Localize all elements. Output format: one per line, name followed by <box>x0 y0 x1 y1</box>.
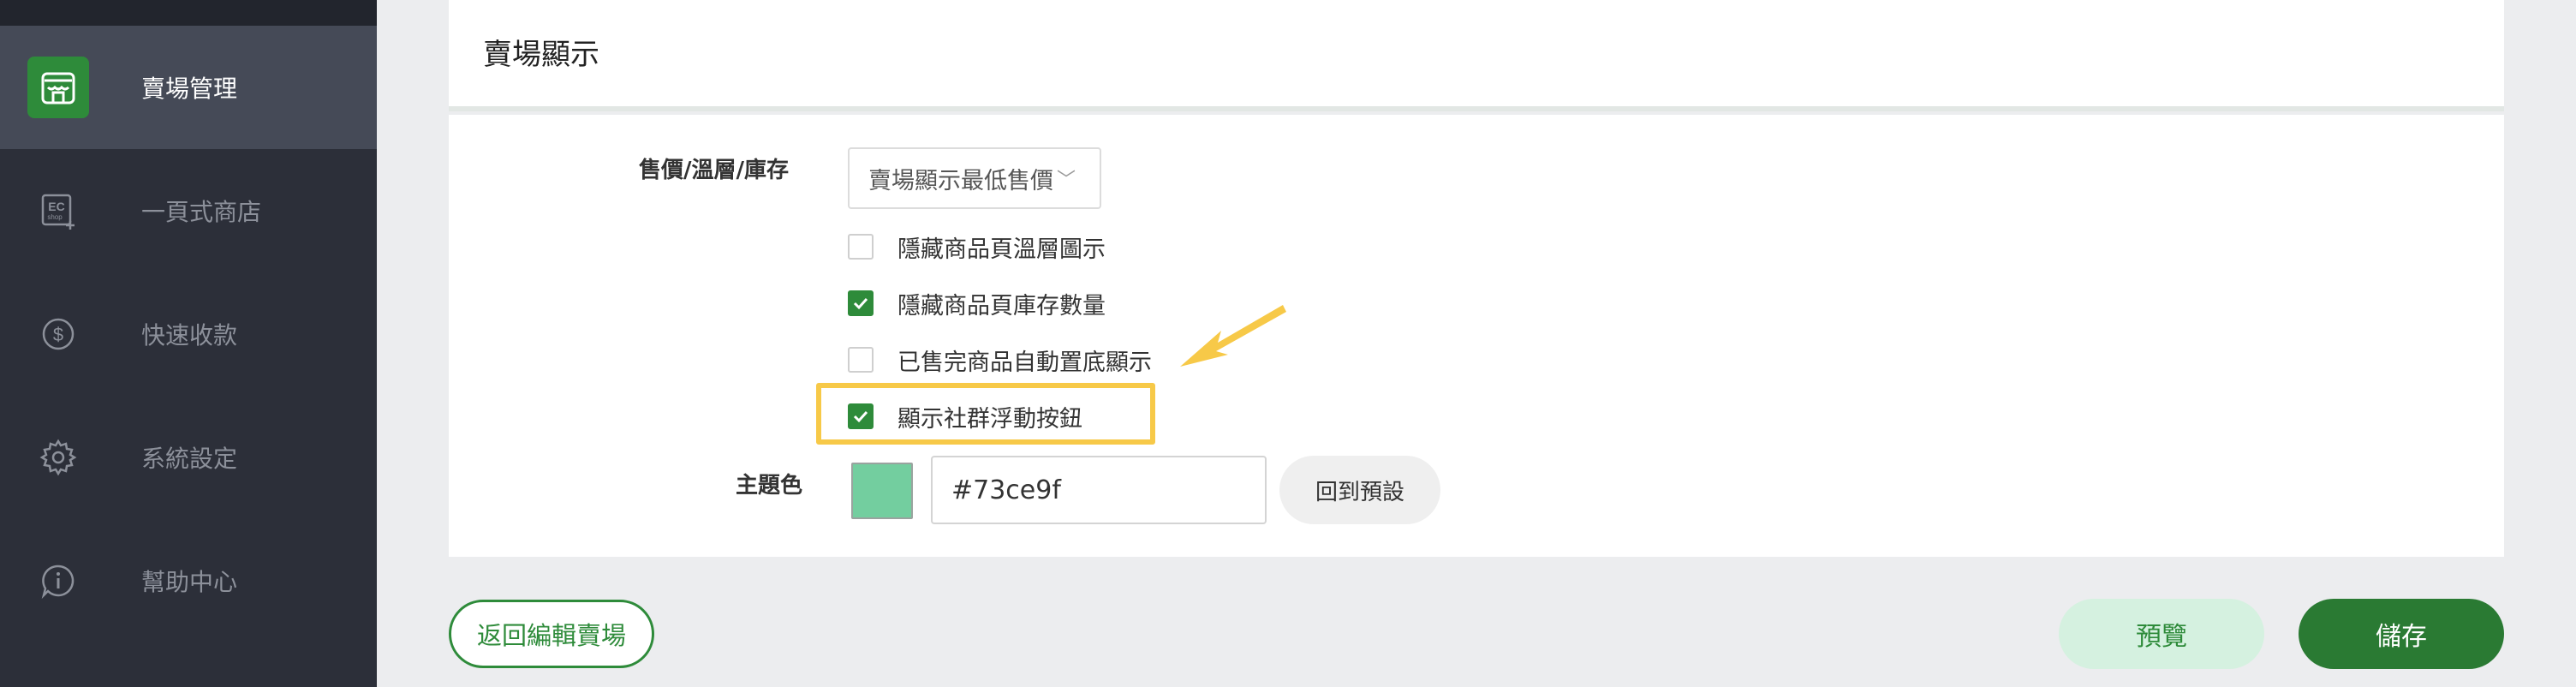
sidebar-item-label: 賣場管理 <box>141 75 238 103</box>
theme-color-hex-input[interactable] <box>931 456 1267 524</box>
sidebar-item-label: 快速收款 <box>141 321 238 349</box>
svg-text:shop: shop <box>47 213 63 221</box>
page-title: 賣場顯示 <box>483 38 599 72</box>
svg-text:$: $ <box>53 324 63 345</box>
checkbox-checked[interactable] <box>848 403 874 429</box>
sidebar-item-help-center[interactable]: 幫助中心 <box>0 519 377 642</box>
theme-color-swatch[interactable] <box>851 463 913 519</box>
sidebar-item-one-page-shop[interactable]: EC shop 一頁式商店 <box>0 149 377 272</box>
price-field-label: 售價/溫層/庫存 <box>639 158 789 183</box>
ec-shop-icon: EC shop <box>27 180 89 242</box>
svg-text:EC: EC <box>48 200 64 213</box>
sidebar: 賣場管理 EC shop 一頁式商店 $ 快速收款 系統設定 幫助中心 <box>0 0 377 687</box>
option-label: 顯示社群浮動按鈕 <box>897 405 1082 433</box>
storefront-icon <box>27 57 89 118</box>
check-icon <box>853 410 868 423</box>
checkbox[interactable] <box>848 347 874 373</box>
option-label: 隱藏商品頁庫存數量 <box>897 292 1106 320</box>
sidebar-item-system-settings[interactable]: 系統設定 <box>0 396 377 519</box>
back-to-edit-store-button[interactable]: 返回編輯賣場 <box>449 600 654 668</box>
chevron-down-icon: ﹀ <box>1057 170 1076 191</box>
dollar-icon: $ <box>27 303 89 365</box>
sidebar-item-label: 一頁式商店 <box>141 198 262 226</box>
sidebar-top-strip <box>0 0 377 26</box>
save-button[interactable]: 儲存 <box>2299 599 2504 669</box>
theme-color-label: 主題色 <box>736 473 803 499</box>
check-icon <box>853 297 868 310</box>
checkbox[interactable] <box>848 234 874 260</box>
annotation-arrow-icon <box>1180 305 1286 367</box>
price-display-select-value: 賣場顯示最低售價 <box>868 167 1053 194</box>
price-display-select[interactable]: 賣場顯示最低售價 ﹀ <box>848 147 1101 209</box>
checkbox-checked[interactable] <box>848 290 874 316</box>
reset-default-button[interactable]: 回到預設 <box>1279 456 1440 524</box>
sidebar-item-quick-payment[interactable]: $ 快速收款 <box>0 272 377 396</box>
option-label: 隱藏商品頁溫層圖示 <box>897 236 1106 263</box>
option-soldout-to-bottom[interactable]: 已售完商品自動置底顯示 <box>848 343 1152 377</box>
option-hide-temperature-icon[interactable]: 隱藏商品頁溫層圖示 <box>848 230 1106 264</box>
section-header: 賣場顯示 <box>449 0 2504 111</box>
preview-button[interactable]: 預覽 <box>2059 599 2264 669</box>
gear-icon <box>27 427 89 488</box>
sidebar-item-store-management[interactable]: 賣場管理 <box>0 26 377 149</box>
sidebar-item-label: 幫助中心 <box>141 568 238 596</box>
option-hide-stock-quantity[interactable]: 隱藏商品頁庫存數量 <box>848 286 1106 320</box>
option-social-float-button[interactable]: 顯示社群浮動按鈕 <box>848 399 1082 433</box>
option-label: 已售完商品自動置底顯示 <box>897 349 1152 376</box>
display-settings-panel: 售價/溫層/庫存 賣場顯示最低售價 ﹀ 隱藏商品頁溫層圖示 隱藏商品頁庫存數量 … <box>449 115 2504 557</box>
info-icon <box>27 550 89 612</box>
sidebar-item-label: 系統設定 <box>141 445 238 473</box>
